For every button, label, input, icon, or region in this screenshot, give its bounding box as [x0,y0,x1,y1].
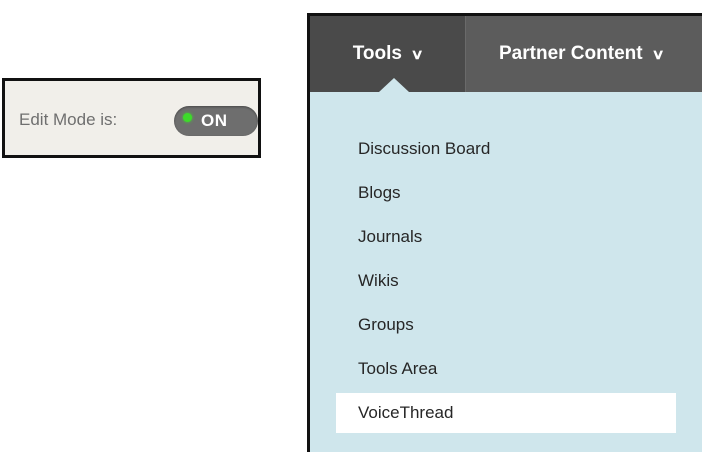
dropdown-pointer [379,78,409,92]
menu-item-tools-area[interactable]: Tools Area [336,349,676,389]
chevron-down-icon: ∨ [410,45,424,62]
menu-item-discussion-board[interactable]: Discussion Board [336,129,676,169]
nav-bar: Tools ∨ Partner Content ∨ [310,16,702,92]
menu-item-wikis[interactable]: Wikis [336,261,676,301]
tools-dropdown-menu: Discussion Board Blogs Journals Wikis Gr… [310,92,702,452]
tab-tools-label: Tools [352,43,402,64]
menu-item-journals[interactable]: Journals [336,217,676,257]
edit-mode-toggle[interactable]: ON [174,106,258,136]
edit-mode-state: ON [201,111,228,130]
chevron-down-icon: ∨ [651,45,665,62]
status-indicator-icon [183,113,192,122]
tab-partner-content-label: Partner Content [499,43,643,64]
edit-mode-panel: Edit Mode is: ON [2,78,261,158]
edit-mode-label: Edit Mode is: [19,110,118,129]
menu-item-blogs[interactable]: Blogs [336,173,676,213]
menu-item-voicethread[interactable]: VoiceThread [336,393,676,433]
tab-partner-content[interactable]: Partner Content ∨ [465,16,702,92]
course-menu-panel: Tools ∨ Partner Content ∨ Discussion Boa… [307,13,702,452]
menu-item-groups[interactable]: Groups [336,305,676,345]
